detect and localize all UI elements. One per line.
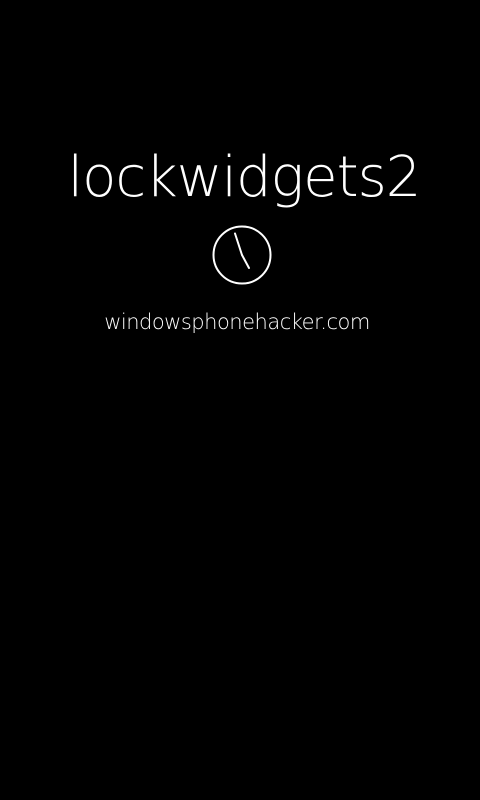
- splash-screen: lockwidgets2 windowsphonehacker.com: [0, 0, 480, 800]
- clock-icon: [212, 225, 272, 285]
- app-title: lockwidgets2: [67, 145, 422, 210]
- website-link: windowsphonehacker.com: [104, 310, 370, 334]
